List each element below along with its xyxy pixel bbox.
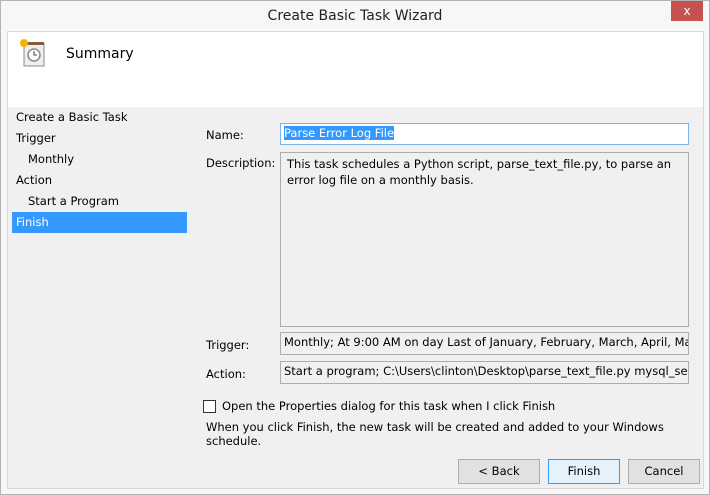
step-start-program: Start a Program <box>28 194 119 208</box>
page-title: Summary <box>66 46 134 62</box>
step-monthly: Monthly <box>28 152 75 166</box>
step-create-basic-task: Create a Basic Task <box>16 110 128 124</box>
name-value: Parse Error Log File <box>284 126 395 140</box>
window-title: Create Basic Task Wizard <box>267 8 443 24</box>
wizard-header: Summary <box>8 32 703 107</box>
step-trigger: Trigger <box>16 131 56 145</box>
trigger-label: Trigger: <box>206 338 250 352</box>
action-label: Action: <box>206 367 246 381</box>
wizard-client: Summary Create a Basic Task Trigger Mont… <box>7 31 704 489</box>
back-button[interactable]: < Back <box>458 459 540 484</box>
open-properties-checkbox[interactable] <box>203 400 216 413</box>
wizard-steps: Create a Basic Task Trigger Monthly Acti… <box>12 107 187 233</box>
cancel-button[interactable]: Cancel <box>628 459 700 484</box>
step-finish: Finish <box>12 212 187 233</box>
close-button[interactable]: x <box>671 1 703 21</box>
name-label: Name: <box>206 128 244 142</box>
description-label: Description: <box>206 156 276 170</box>
description-field[interactable]: This task schedules a Python script, par… <box>280 152 689 327</box>
wizard-window: Create Basic Task Wizard x Summary Creat… <box>0 0 710 495</box>
step-action: Action <box>16 173 53 187</box>
open-properties-label[interactable]: Open the Properties dialog for this task… <box>222 399 555 413</box>
trigger-field[interactable]: Monthly; At 9:00 AM on day Last of Janua… <box>280 332 689 355</box>
task-scheduler-icon <box>20 39 45 67</box>
name-field[interactable]: Parse Error Log File <box>280 123 689 145</box>
finish-info-text: When you click Finish, the new task will… <box>206 420 664 448</box>
action-field[interactable]: Start a program; C:\Users\clinton\Deskto… <box>280 361 689 384</box>
finish-button[interactable]: Finish <box>548 459 620 484</box>
